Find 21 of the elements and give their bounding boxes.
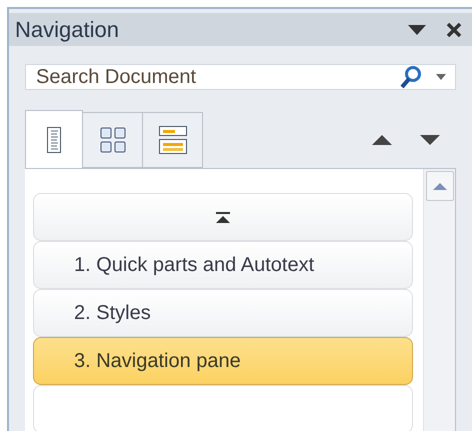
dropdown-icon[interactable] — [408, 24, 426, 34]
search-field[interactable]: Search Document — [25, 64, 456, 90]
view-tab[interactable] — [25, 110, 83, 168]
up-arrow-icon[interactable] — [372, 135, 392, 145]
scrollbar[interactable] — [423, 169, 455, 431]
search-icon[interactable] — [400, 65, 422, 89]
up-arrow-icon — [432, 182, 446, 190]
thumbnails-icon — [100, 127, 126, 153]
heading-item[interactable]: 1. Quick parts and Autotext — [33, 241, 413, 289]
heading-item[interactable]: 3. Navigation pane — [33, 337, 413, 385]
dropdown-icon[interactable] — [436, 74, 446, 80]
heading-item[interactable]: 2. Styles — [33, 289, 413, 337]
scroll-up-button[interactable] — [426, 171, 454, 201]
collapse-icon — [216, 212, 230, 222]
pane-title: Navigation — [15, 16, 119, 44]
view-tab[interactable] — [143, 112, 203, 168]
view-tab[interactable] — [83, 112, 143, 168]
close-icon[interactable] — [446, 22, 462, 38]
down-arrow-icon[interactable] — [420, 135, 440, 145]
results-icon — [158, 126, 186, 154]
document-icon — [47, 126, 61, 152]
